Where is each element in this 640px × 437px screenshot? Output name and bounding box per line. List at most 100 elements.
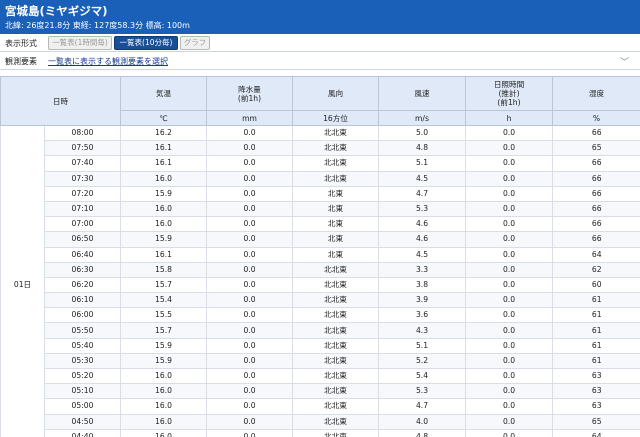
table-row: 06:10 15.4 0.0 北北東 3.9 0.0 61 [1, 292, 640, 309]
wind-speed-cell: 4.8 [378, 429, 466, 437]
wind-direction-cell: 北北東 [292, 307, 379, 324]
wind-speed-cell: 4.0 [378, 414, 466, 430]
sunshine-cell: 0.0 [465, 322, 553, 339]
precipitation-cell: 0.0 [206, 140, 293, 157]
temperature-cell: 15.9 [120, 338, 207, 354]
time-cell: 08:00 [44, 125, 121, 142]
temperature-cell: 16.0 [120, 216, 207, 233]
wind-speed-cell: 5.3 [378, 383, 466, 400]
wind-direction-cell: 北北東 [292, 353, 379, 370]
wind-speed-cell: 3.6 [378, 307, 466, 324]
sunshine-cell: 0.0 [465, 414, 553, 430]
time-cell: 06:10 [44, 292, 121, 309]
table-row: 07:10 16.0 0.0 北東 5.3 0.0 66 [1, 201, 640, 218]
humidity-cell: 63 [552, 398, 640, 415]
wind-speed-cell: 4.5 [378, 247, 466, 263]
time-cell: 07:00 [44, 216, 121, 233]
wind-speed-cell: 5.2 [378, 353, 466, 370]
header-wind-direction: 風向 [292, 76, 379, 111]
time-cell: 06:50 [44, 231, 121, 248]
humidity-cell: 66 [552, 216, 640, 233]
time-cell: 07:30 [44, 171, 121, 187]
temperature-cell: 16.0 [120, 429, 207, 437]
temperature-cell: 16.1 [120, 155, 207, 172]
precipitation-cell: 0.0 [206, 216, 293, 233]
temperature-cell: 16.1 [120, 140, 207, 157]
unit-sunshine: h [465, 110, 553, 126]
table-row: 06:20 15.7 0.0 北北東 3.8 0.0 60 [1, 277, 640, 294]
wind-speed-cell: 4.8 [378, 140, 466, 157]
precipitation-cell: 0.0 [206, 247, 293, 263]
table-row: 07:40 16.1 0.0 北北東 5.1 0.0 66 [1, 155, 640, 172]
temperature-cell: 15.4 [120, 292, 207, 309]
sunshine-cell: 0.0 [465, 231, 553, 248]
wind-direction-cell: 北北東 [292, 262, 379, 278]
humidity-cell: 66 [552, 186, 640, 202]
humidity-cell: 64 [552, 247, 640, 263]
table-row: 07:50 16.1 0.0 北北東 4.8 0.0 65 [1, 140, 640, 157]
temperature-cell: 15.7 [120, 322, 207, 339]
temperature-cell: 15.9 [120, 353, 207, 370]
header-sunshine: 日照時間 (推計) (前1h) [465, 76, 553, 111]
sunshine-cell: 0.0 [465, 277, 553, 294]
precipitation-cell: 0.0 [206, 307, 293, 324]
humidity-cell: 66 [552, 231, 640, 248]
temperature-cell: 16.0 [120, 414, 207, 430]
wind-speed-cell: 4.7 [378, 398, 466, 415]
wind-speed-cell: 3.8 [378, 277, 466, 294]
wind-speed-cell: 4.3 [378, 322, 466, 339]
sunshine-cell: 0.0 [465, 338, 553, 354]
time-cell: 05:10 [44, 383, 121, 400]
unit-humidity: % [552, 110, 640, 126]
station-header: 宮城島(ミヤギジマ) 北緯: 26度21.8分 東経: 127度58.3分 標高… [0, 0, 640, 34]
wind-speed-cell: 4.6 [378, 231, 466, 248]
precipitation-cell: 0.0 [206, 414, 293, 430]
table-row: 06:00 15.5 0.0 北北東 3.6 0.0 61 [1, 307, 640, 324]
header-humidity: 湿度 [552, 76, 640, 111]
wind-speed-cell: 5.1 [378, 155, 466, 172]
wind-speed-cell: 5.4 [378, 368, 466, 385]
wind-speed-cell: 3.3 [378, 262, 466, 278]
temperature-cell: 15.7 [120, 277, 207, 294]
graph-button[interactable]: グラフ [180, 36, 210, 50]
unit-temperature: ℃ [120, 110, 207, 126]
header-datetime: 日時 [0, 76, 121, 126]
wind-speed-cell: 5.0 [378, 125, 466, 142]
humidity-cell: 62 [552, 262, 640, 278]
select-elements-link[interactable]: 一覧表に表示する観測要素を選択 [48, 56, 168, 67]
wind-direction-cell: 北北東 [292, 125, 379, 142]
wind-direction-cell: 北北東 [292, 277, 379, 294]
observation-table-body: 01日 08:00 16.2 0.0 北北東 5.0 0.0 66 07:50 16.1 0.0 北北… [0, 125, 640, 437]
precipitation-cell: 0.0 [206, 231, 293, 248]
time-cell: 04:50 [44, 414, 121, 430]
temperature-cell: 15.5 [120, 307, 207, 324]
wind-direction-cell: 北北東 [292, 383, 379, 400]
precipitation-cell: 0.0 [206, 368, 293, 385]
time-cell: 05:50 [44, 322, 121, 339]
time-cell: 06:00 [44, 307, 121, 324]
sunshine-cell: 0.0 [465, 262, 553, 278]
wind-direction-cell: 北北東 [292, 368, 379, 385]
header-precipitation-line2: (前1h) [237, 93, 262, 103]
wind-direction-cell: 北北東 [292, 322, 379, 339]
hourly-table-button[interactable]: 一覧表(1時間毎) [48, 36, 112, 50]
time-cell: 05:40 [44, 338, 121, 354]
table-row: 06:30 15.8 0.0 北北東 3.3 0.0 62 [1, 262, 640, 278]
wind-direction-cell: 北北東 [292, 398, 379, 415]
precipitation-cell: 0.0 [206, 322, 293, 339]
time-cell: 04:40 [44, 429, 121, 437]
temperature-cell: 15.9 [120, 186, 207, 202]
chevron-down-icon[interactable]: ﹀ [620, 55, 629, 68]
table-row: 05:40 15.9 0.0 北北東 5.1 0.0 61 [1, 338, 640, 354]
observation-elements-row: 観測要素 一覧表に表示する観測要素を選択 ﹀ [0, 52, 640, 70]
time-cell: 07:50 [44, 140, 121, 157]
wind-direction-cell: 北東 [292, 201, 379, 218]
sunshine-cell: 0.0 [465, 140, 553, 157]
table-row: 05:50 15.7 0.0 北北東 4.3 0.0 61 [1, 322, 640, 339]
display-format-label: 表示形式 [5, 39, 37, 48]
time-cell: 06:40 [44, 247, 121, 263]
ten-minute-table-button[interactable]: 一覧表(10分毎) [114, 36, 178, 50]
table-row: 07:30 16.0 0.0 北北東 4.5 0.0 66 [1, 171, 640, 187]
precipitation-cell: 0.0 [206, 429, 293, 437]
station-coordinates: 北緯: 26度21.8分 東経: 127度58.3分 標高: 100m [5, 21, 190, 30]
